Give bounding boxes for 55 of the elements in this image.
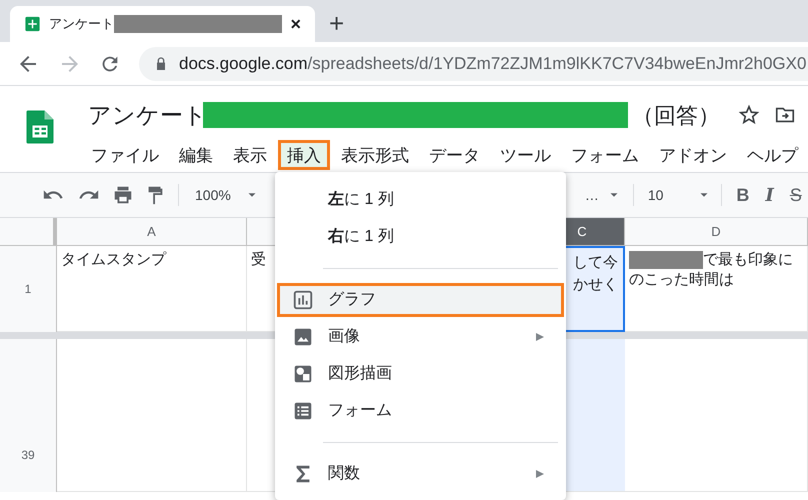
menu-option[interactable]: 左に 1 列 xyxy=(277,183,564,217)
menu-option-label: 図形描画 xyxy=(328,364,392,384)
menu-item[interactable]: ファイル xyxy=(82,140,168,170)
menu-item[interactable]: データ xyxy=(420,140,489,170)
close-button[interactable]: × xyxy=(290,10,301,38)
cell-text: タイムスタンプ xyxy=(61,250,168,270)
cell-text: して今かせく xyxy=(573,253,619,295)
url-text: docs.google.com/spreadsheets/d/1YDZm72ZJM1m9lKK7C7V34bweEnJmr2h0GX0 xyxy=(179,52,806,75)
cell-text: で最も印象に xyxy=(703,250,793,270)
menu-option-label: フォーム xyxy=(328,401,392,421)
print-icon[interactable] xyxy=(112,184,134,206)
address-bar[interactable]: docs.google.com/spreadsheets/d/1YDZm72ZJM1m9lKK7C7V34bweEnJmr2h0GX0 xyxy=(139,46,808,80)
cell-text: 受 xyxy=(251,250,267,270)
star-icon[interactable] xyxy=(738,104,760,126)
document-title-suffix: （回答） xyxy=(632,102,720,130)
menu-option-label: 左に 1 列 xyxy=(328,190,394,210)
menu-item[interactable]: 表示 xyxy=(224,140,276,170)
spreadsheet-icon xyxy=(24,15,42,33)
font-size-select[interactable]: 10 xyxy=(648,184,712,206)
menu-option[interactable]: 関数 xyxy=(277,457,564,491)
menu-option-label: 右に 1 列 xyxy=(328,226,394,247)
menu-option[interactable]: フォーム xyxy=(277,394,564,428)
menu-item[interactable]: 挿入 xyxy=(278,140,330,170)
tab-title: アンケート xyxy=(49,15,114,34)
menu-item[interactable]: ツール xyxy=(491,140,560,170)
font-select[interactable]: … xyxy=(584,184,621,206)
italic-button[interactable]: I xyxy=(765,182,774,208)
bold-button[interactable]: B xyxy=(736,182,750,208)
image-icon xyxy=(292,326,314,348)
menu-item[interactable]: フォーム xyxy=(562,140,648,170)
table-cell[interactable]: で最も印象に のこった時間は xyxy=(625,246,808,332)
menu-item[interactable]: 表示形式 xyxy=(332,140,418,170)
menu-option-label: グラフ xyxy=(328,290,376,310)
bar-chart-icon xyxy=(292,289,314,311)
shapes-icon xyxy=(292,363,314,385)
cell-text: のこった時間は xyxy=(629,270,734,290)
row-header[interactable]: 39 xyxy=(0,339,57,492)
table-cell[interactable] xyxy=(625,339,808,492)
menu-item[interactable]: ヘルプ xyxy=(738,140,807,170)
row-header[interactable]: 1 xyxy=(0,246,57,332)
new-tab-button[interactable]: + xyxy=(329,8,344,38)
menu-option[interactable]: 図形描画 xyxy=(277,357,564,391)
column-header[interactable]: A xyxy=(57,218,247,245)
column-header[interactable]: D xyxy=(625,218,808,245)
list-icon xyxy=(292,400,314,422)
strikethrough-button[interactable]: S xyxy=(790,182,802,208)
table-cell[interactable] xyxy=(57,339,247,492)
menu-option[interactable]: グラフ xyxy=(277,283,564,317)
menu-option-label: 画像 xyxy=(328,327,360,347)
browser-tab[interactable]: アンケート × xyxy=(10,6,315,42)
zoom-select[interactable]: 100% xyxy=(195,184,259,206)
menu-item[interactable]: アドオン xyxy=(650,140,736,170)
document-title[interactable]: アンケート xyxy=(88,98,207,132)
menu-item[interactable]: 編集 xyxy=(170,140,222,170)
menu-option-label: 関数 xyxy=(328,464,360,484)
